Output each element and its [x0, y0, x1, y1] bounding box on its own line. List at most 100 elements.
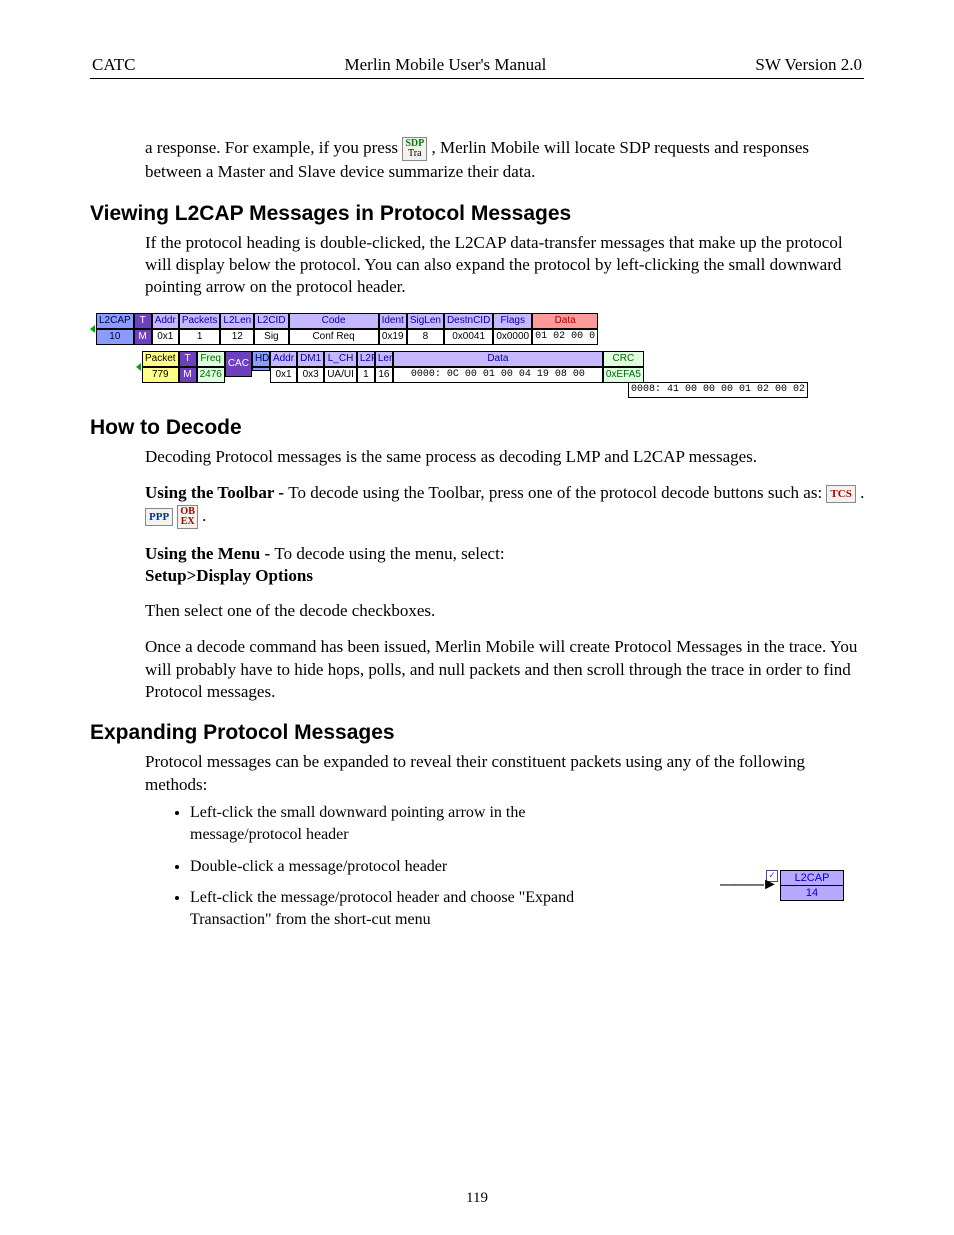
- section-heading-how-to-decode: How to Decode: [90, 416, 864, 440]
- packet-field: Addr0x1: [152, 313, 179, 345]
- packet-field: TM: [134, 313, 152, 345]
- packet-field: Data01 02 00 0: [532, 313, 598, 345]
- packet-field-header: Addr: [152, 313, 179, 329]
- l2cap-inline-figure: ———► ✓ L2CAP 14: [766, 870, 844, 901]
- page-number: 119: [0, 1190, 954, 1207]
- packet-field-header: DM1: [297, 351, 324, 367]
- expand-methods-list: Left-click the small downward pointing a…: [190, 802, 620, 930]
- packet-field: Addr0x1: [270, 351, 297, 383]
- packet-field-value: 0x1: [270, 367, 297, 383]
- tcs-icon: TCS: [826, 485, 855, 503]
- packet-field-header: Data: [393, 351, 603, 367]
- packet-field: DM10x3: [297, 351, 324, 383]
- packet-field-value: 12: [220, 329, 254, 345]
- packet-field-value: 0x0041: [444, 329, 493, 345]
- packet-field: Ident0x19: [379, 313, 407, 345]
- section-heading-viewing-l2cap: Viewing L2CAP Messages in Protocol Messa…: [90, 202, 864, 226]
- packet-field-value: M: [134, 329, 152, 345]
- packet-field: CAC: [225, 351, 252, 383]
- packet-field-value: 16: [375, 367, 393, 383]
- intro-text-a: a response. For example, if you press: [145, 138, 402, 157]
- packet-field: Packets1: [179, 313, 221, 345]
- sec2-p1: Decoding Protocol messages is the same p…: [145, 446, 864, 468]
- sec2-p5: Once a decode command has been issued, M…: [145, 636, 864, 703]
- packet-field: L2CIDSig: [254, 313, 288, 345]
- packet-field-value: 0x3: [297, 367, 324, 383]
- packet-field-value: 0xEFA5: [603, 367, 644, 383]
- packet-data-extra-row: 0008: 41 00 00 00 01 02 00 02: [628, 382, 808, 398]
- packet-field-header: SigLen: [407, 313, 444, 329]
- header-center: Merlin Mobile User's Manual: [345, 55, 547, 75]
- packet-field-value: M: [179, 367, 197, 383]
- packet-field-header: L_CH: [324, 351, 357, 367]
- list-item: Left-click the message/protocol header a…: [190, 887, 620, 930]
- document-page: CATC Merlin Mobile User's Manual SW Vers…: [0, 0, 954, 1235]
- packet-field-header: Len: [375, 351, 393, 367]
- packet-field-header: Addr: [270, 351, 297, 367]
- sec2-p4: Then select one of the decode checkboxes…: [145, 600, 864, 622]
- packet-field: DestnCID0x0041: [444, 313, 493, 345]
- packet-field-value: 0x1: [152, 329, 179, 345]
- packet-field-value: Conf Req: [289, 329, 379, 345]
- packet-field: L2Len12: [220, 313, 254, 345]
- packet-field: Data0000: 0C 00 01 00 04 19 08 00: [393, 351, 603, 383]
- packet-field-header: Packets: [179, 313, 221, 329]
- packet-field-header: T: [134, 313, 152, 329]
- running-header: CATC Merlin Mobile User's Manual SW Vers…: [90, 55, 864, 79]
- sec1-paragraph: If the protocol heading is double-clicke…: [145, 232, 864, 299]
- packet-field-header: DestnCID: [444, 313, 493, 329]
- list-item: Left-click the small downward pointing a…: [190, 802, 530, 845]
- packet-field: HDR: [252, 351, 270, 383]
- packet-field-value: 0x0000: [493, 329, 532, 345]
- intro-paragraph: a response. For example, if you press SD…: [145, 137, 864, 184]
- sec2-p2: Using the Toolbar - To decode using the …: [145, 482, 864, 529]
- section-heading-expanding: Expanding Protocol Messages: [90, 721, 864, 745]
- packet-field-value: 0000: 0C 00 01 00 04 19 08 00: [393, 367, 603, 383]
- sec2-p3: Using the Menu - To decode using the men…: [145, 543, 864, 588]
- packet-field: Packet779: [142, 351, 179, 383]
- packet-field-value: [252, 367, 270, 371]
- packet-field: L2FL1: [357, 351, 375, 383]
- l2cap-packet-diagram: L2CAP10TMAddr0x1Packets1L2Len12L2CIDSigC…: [90, 313, 864, 398]
- packet-field-header: L2Len: [220, 313, 254, 329]
- packet-field-value: 10: [96, 329, 134, 345]
- packet-field-value: 0x19: [379, 329, 407, 345]
- packet-field-header: T: [179, 351, 197, 367]
- packet-field-header: CRC: [603, 351, 644, 367]
- packet-field-header: Data: [532, 313, 598, 329]
- packet-field-header: L2CID: [254, 313, 288, 329]
- packet-field: TM: [179, 351, 197, 383]
- sec3-p1: Protocol messages can be expanded to rev…: [145, 751, 864, 796]
- sdp-tra-icon: SDP Tra: [402, 137, 427, 161]
- packet-field: CodeConf Req: [289, 313, 379, 345]
- packet-field-value: 779: [142, 367, 179, 383]
- packet-field: CRC0xEFA5: [603, 351, 644, 383]
- packet-field-header: Code: [289, 313, 379, 329]
- packet-field-value: UA/UI: [324, 367, 357, 383]
- packet-field-header: HDR: [252, 351, 270, 367]
- packet-field-header: L2FL: [357, 351, 375, 367]
- packet-field: Flags0x0000: [493, 313, 532, 345]
- packet-field: CAC: [225, 351, 252, 377]
- packet-field-header: Freq: [197, 351, 225, 367]
- packet-field-header: L2CAP: [96, 313, 134, 329]
- l2cap-cell: L2CAP 14: [780, 870, 844, 901]
- obex-icon: OB EX: [177, 505, 197, 529]
- packet-field: Freq2476: [197, 351, 225, 383]
- packet-field-value: Sig: [254, 329, 288, 345]
- packet-field: L_CHUA/UI: [324, 351, 357, 383]
- packet-field-header: Packet: [142, 351, 179, 367]
- packet-field: Len16: [375, 351, 393, 383]
- packet-field-value: 1: [357, 367, 375, 383]
- packet-field-header: Ident: [379, 313, 407, 329]
- ppp-icon: PPP: [145, 508, 173, 526]
- list-item: Double-click a message/protocol header: [190, 856, 620, 878]
- packet-field: L2CAP10: [96, 313, 134, 345]
- packet-field: SigLen8: [407, 313, 444, 345]
- packet-field-value: 01 02 00 0: [532, 329, 598, 345]
- header-right: SW Version 2.0: [755, 55, 862, 75]
- arrow-icon: ———►: [720, 876, 776, 894]
- packet-field-value: 1: [179, 329, 221, 345]
- header-left: CATC: [92, 55, 135, 75]
- packet-field-header: Flags: [493, 313, 532, 329]
